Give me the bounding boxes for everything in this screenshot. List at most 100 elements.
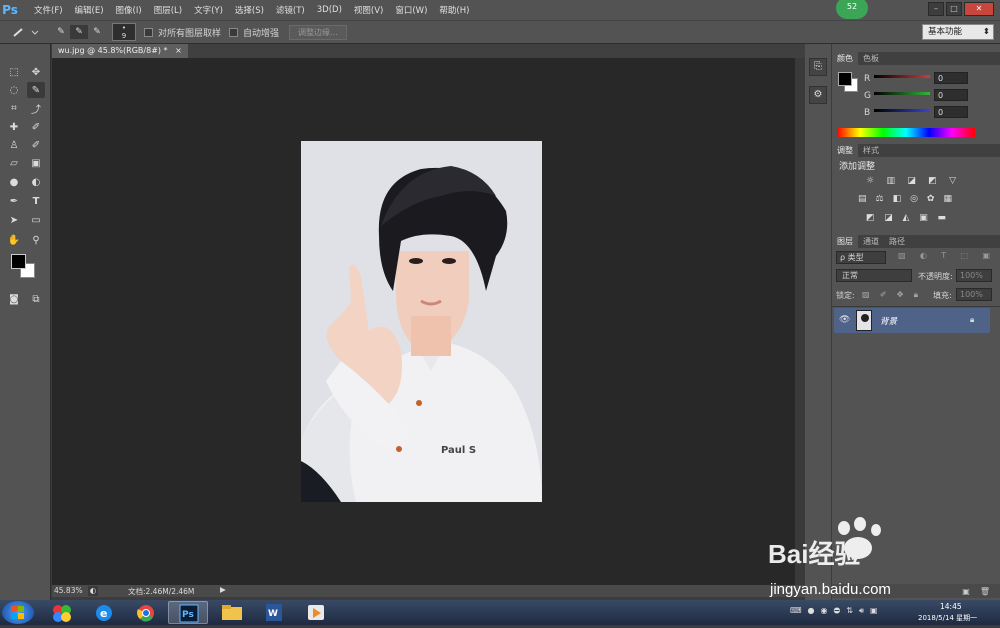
- move-tool-icon[interactable]: ✥: [27, 64, 45, 80]
- smart-object-filter-icon[interactable]: ▣: [982, 251, 990, 264]
- lock-transparent-icon[interactable]: ▨: [862, 290, 870, 300]
- exposure-icon[interactable]: ◩: [928, 176, 937, 188]
- word-taskbar-icon[interactable]: W: [254, 601, 294, 624]
- brightness-icon[interactable]: ☼: [866, 176, 874, 188]
- threshold-icon[interactable]: ◭: [903, 213, 910, 225]
- monitor-icon[interactable]: ▣: [870, 606, 878, 618]
- blue-slider[interactable]: [874, 109, 930, 112]
- eye-icon[interactable]: 👁︎: [839, 315, 850, 325]
- gradient-tool-icon[interactable]: ▣: [27, 155, 45, 171]
- blend-mode-select[interactable]: 正常: [836, 269, 912, 282]
- subtract-selection-icon[interactable]: ✎: [88, 25, 106, 39]
- color-spectrum-ramp[interactable]: [837, 128, 975, 137]
- marquee-tool-icon[interactable]: ⬚: [5, 64, 23, 80]
- layer-name[interactable]: 背景: [880, 315, 897, 327]
- menu-image[interactable]: 图像(I): [110, 4, 148, 16]
- shape-filter-icon[interactable]: ⬚: [961, 251, 969, 264]
- quick-mask-icon[interactable]: ◙: [5, 291, 23, 307]
- opacity-field[interactable]: 100%: [956, 269, 992, 282]
- zoom-level[interactable]: 45.83%: [54, 586, 83, 595]
- close-button[interactable]: ✕: [964, 2, 994, 16]
- rectangle-tool-icon[interactable]: ▭: [27, 212, 45, 228]
- pen-tool-icon[interactable]: ✒: [5, 193, 23, 209]
- green-slider[interactable]: [874, 92, 930, 95]
- foreground-color-chip[interactable]: [838, 72, 852, 86]
- menu-filter[interactable]: 滤镜(T): [270, 4, 311, 16]
- black-white-icon[interactable]: ◧: [893, 194, 902, 206]
- healing-brush-icon[interactable]: ✚: [5, 119, 23, 135]
- brush-tool-icon[interactable]: ✐: [27, 119, 45, 135]
- layer-row[interactable]: 👁︎ 背景 🔒︎: [834, 308, 990, 333]
- new-selection-icon[interactable]: ✎: [52, 25, 70, 39]
- tab-color[interactable]: 颜色: [832, 52, 858, 65]
- tab-layers[interactable]: 图层: [832, 235, 858, 248]
- menu-layer[interactable]: 图层(L): [148, 4, 188, 16]
- ie-browser-icon[interactable]: e: [84, 601, 124, 624]
- security-icon[interactable]: ◉: [821, 606, 828, 618]
- menu-help[interactable]: 帮助(H): [433, 4, 475, 16]
- posterize-icon[interactable]: ◪: [884, 213, 893, 225]
- clone-stamp-icon[interactable]: ♙: [5, 137, 23, 153]
- maximize-button[interactable]: □: [946, 2, 962, 16]
- eraser-tool-icon[interactable]: ▱: [5, 155, 23, 171]
- gradient-map-icon[interactable]: ▬: [937, 213, 946, 225]
- document-tab[interactable]: wu.jpg @ 45.8%(RGB/8#) * ×: [52, 44, 188, 58]
- hand-tool-icon[interactable]: ✋: [5, 232, 23, 248]
- volume-icon[interactable]: 🔊︎: [859, 606, 864, 618]
- menu-view[interactable]: 视图(V): [348, 4, 389, 16]
- tray-app-icon[interactable]: ●: [808, 606, 815, 618]
- crop-tool-icon[interactable]: ⌗: [5, 100, 23, 116]
- status-menu-arrow-icon[interactable]: ▶: [220, 585, 226, 594]
- tab-adjustments[interactable]: 调整: [832, 144, 858, 157]
- workspace-select[interactable]: 基本功能 ⬍: [922, 24, 994, 40]
- taskbar-date[interactable]: 2018/5/14 星期一: [918, 613, 977, 623]
- channel-mixer-icon[interactable]: ✿: [927, 194, 935, 206]
- menu-edit[interactable]: 编辑(E): [69, 4, 110, 16]
- dodge-tool-icon[interactable]: ◐: [27, 174, 45, 190]
- add-to-selection-icon[interactable]: ✎: [70, 25, 88, 39]
- tab-styles[interactable]: 样式: [858, 144, 884, 157]
- menu-type[interactable]: 文字(Y): [188, 4, 229, 16]
- stop-icon[interactable]: ⛔︎: [834, 606, 841, 618]
- adjustment-filter-icon[interactable]: ◐: [920, 251, 927, 264]
- type-filter-icon[interactable]: T: [941, 251, 946, 264]
- taskbar-app-icon[interactable]: [42, 601, 82, 624]
- lasso-tool-icon[interactable]: ◌: [5, 82, 23, 98]
- notification-badge[interactable]: 52: [836, 0, 868, 19]
- menu-file[interactable]: 文件(F): [28, 4, 69, 16]
- photoshop-taskbar-icon[interactable]: Ps: [168, 601, 208, 624]
- tab-swatches[interactable]: 色板: [858, 52, 884, 65]
- path-selection-icon[interactable]: ➤: [5, 212, 23, 228]
- sample-all-layers-checkbox[interactable]: [144, 27, 153, 37]
- taskbar-time[interactable]: 14:45: [940, 602, 962, 611]
- auto-enhance-checkbox[interactable]: [229, 27, 239, 37]
- properties-panel-icon[interactable]: ⚙: [809, 86, 827, 104]
- close-icon[interactable]: ×: [175, 46, 182, 55]
- eyedropper-tool-icon[interactable]: ⤴: [27, 100, 45, 116]
- invert-icon[interactable]: ◩: [866, 213, 875, 225]
- delete-layer-icon[interactable]: 🗑︎: [980, 587, 990, 596]
- history-brush-icon[interactable]: ✐: [27, 137, 45, 153]
- chrome-browser-icon[interactable]: [126, 601, 166, 624]
- selective-color-icon[interactable]: ▣: [919, 213, 928, 225]
- lock-position-icon[interactable]: ✥: [897, 290, 904, 300]
- keyboard-icon[interactable]: ⌨: [790, 606, 802, 618]
- lock-image-icon[interactable]: ✐: [880, 290, 887, 300]
- vibrance-icon[interactable]: ▽: [949, 176, 956, 188]
- levels-icon[interactable]: ▥: [886, 176, 895, 188]
- pixel-filter-icon[interactable]: ▨: [898, 251, 906, 264]
- new-layer-icon[interactable]: ▣: [962, 587, 970, 596]
- start-button[interactable]: [2, 601, 34, 624]
- document-image[interactable]: Paul S: [301, 141, 542, 502]
- red-slider[interactable]: [874, 75, 930, 78]
- file-explorer-icon[interactable]: [212, 601, 252, 624]
- menu-window[interactable]: 窗口(W): [389, 4, 433, 16]
- tab-channels[interactable]: 通道: [858, 235, 884, 248]
- screen-mode-icon[interactable]: ⧉: [27, 291, 45, 307]
- media-player-icon[interactable]: [296, 601, 336, 624]
- color-lookup-icon[interactable]: ▦: [943, 194, 952, 206]
- color-balance-icon[interactable]: ⚖: [876, 194, 884, 206]
- green-value-field[interactable]: 0: [934, 89, 968, 101]
- blur-tool-icon[interactable]: ●: [5, 174, 23, 190]
- minimize-button[interactable]: –: [928, 2, 944, 16]
